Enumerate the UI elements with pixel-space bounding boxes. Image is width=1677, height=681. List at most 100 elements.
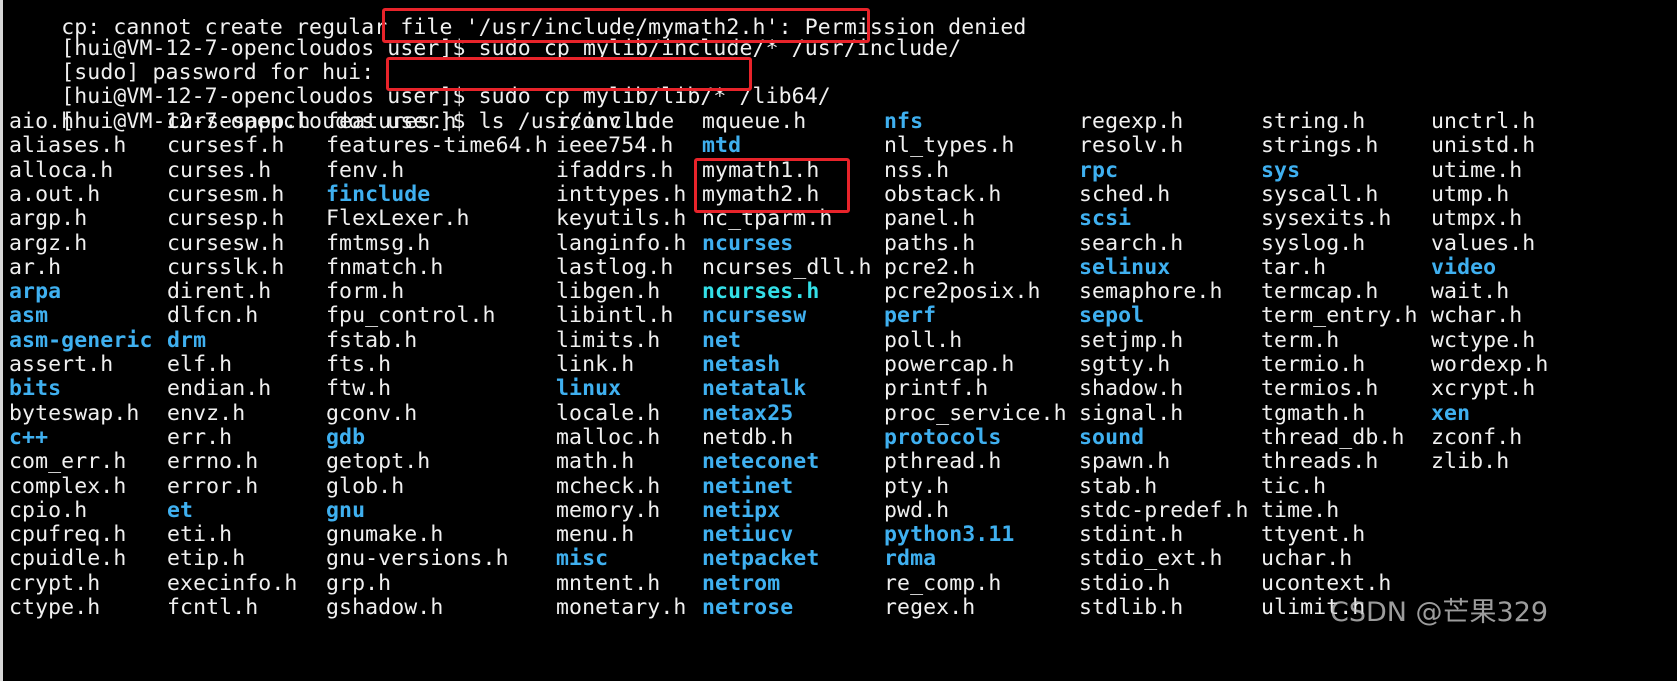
file-entry: fenv.h bbox=[326, 157, 405, 183]
file-entry: curses.h bbox=[167, 157, 272, 183]
file-entry: keyutils.h bbox=[556, 206, 687, 232]
file-entry: cursslk.h bbox=[167, 254, 285, 280]
file-entry: errno.h bbox=[167, 449, 259, 475]
file-entry: cursesapp.h bbox=[167, 109, 311, 134]
file-entry: termcap.h bbox=[1261, 279, 1379, 305]
file-entry: ifaddrs.h bbox=[556, 157, 674, 183]
file-entry: stdio.h bbox=[1079, 570, 1171, 596]
file-entry: gshadow.h bbox=[326, 595, 444, 620]
file-entry: fmtmsg.h bbox=[326, 230, 431, 256]
file-entry: termios.h bbox=[1261, 376, 1379, 402]
file-entry: memory.h bbox=[556, 497, 661, 523]
directory-entry: net bbox=[702, 327, 742, 353]
directory-entry: rpc bbox=[1079, 157, 1119, 183]
file-entry: powercap.h bbox=[884, 352, 1015, 377]
file-entry: nss.h bbox=[884, 157, 950, 183]
file-entry: pcre2.h bbox=[884, 254, 976, 280]
file-entry: a.out.h bbox=[9, 181, 101, 207]
directory-entry: scsi bbox=[1079, 206, 1132, 232]
directory-entry: neteconet bbox=[702, 449, 820, 475]
directory-entry: ncurses bbox=[702, 230, 794, 256]
directory-entry: rdma bbox=[884, 546, 937, 572]
file-entry: error.h bbox=[167, 473, 259, 499]
directory-entry: arpa bbox=[9, 279, 62, 305]
file-entry: FlexLexer.h bbox=[326, 206, 470, 232]
file-entry: gnumake.h bbox=[326, 522, 444, 548]
file-entry: pwd.h bbox=[884, 497, 950, 523]
directory-entry: netax25 bbox=[702, 400, 794, 426]
directory-entry: asm-generic bbox=[9, 327, 153, 353]
file-entry: tic.h bbox=[1261, 473, 1327, 499]
file-entry: zlib.h bbox=[1431, 449, 1510, 475]
file-entry: fts.h bbox=[326, 352, 392, 377]
file-entry: pthread.h bbox=[884, 449, 1002, 475]
file-entry: ieee754.h bbox=[556, 133, 674, 159]
file-entry: re_comp.h bbox=[884, 570, 1002, 596]
directory-entry: gdb bbox=[326, 424, 366, 450]
directory-entry: netiucv bbox=[702, 522, 794, 548]
file-entry: thread_db.h bbox=[1261, 424, 1405, 450]
file-entry: mcheck.h bbox=[556, 473, 661, 499]
file-entry: lastlog.h bbox=[556, 254, 674, 280]
directory-entry: xen bbox=[1431, 400, 1471, 426]
file-entry: cpio.h bbox=[9, 497, 88, 523]
file-entry: ctype.h bbox=[9, 595, 101, 620]
file-entry: dlfcn.h bbox=[167, 303, 259, 329]
file-entry: time.h bbox=[1261, 497, 1340, 523]
file-entry: pcre2posix.h bbox=[884, 279, 1041, 305]
file-entry: menu.h bbox=[556, 522, 635, 548]
file-entry: cursesp.h bbox=[167, 206, 285, 232]
highlight-box-lib-command bbox=[386, 57, 752, 91]
file-entry: mqueue.h bbox=[702, 109, 807, 134]
file-entry: fstab.h bbox=[326, 327, 418, 353]
file-entry: resolv.h bbox=[1079, 133, 1184, 159]
file-entry: fnmatch.h bbox=[326, 254, 444, 280]
file-entry: malloc.h bbox=[556, 424, 661, 450]
file-entry: elf.h bbox=[167, 352, 233, 377]
file-entry: values.h bbox=[1431, 230, 1536, 256]
file-entry: getopt.h bbox=[326, 449, 431, 475]
file-entry: sched.h bbox=[1079, 181, 1171, 207]
file-entry: shadow.h bbox=[1079, 376, 1184, 402]
directory-entry: c++ bbox=[9, 424, 49, 450]
file-entry: features.h bbox=[326, 109, 457, 134]
file-entry: utmp.h bbox=[1431, 181, 1510, 207]
file-entry: cursesf.h bbox=[167, 133, 285, 159]
file-entry: search.h bbox=[1079, 230, 1184, 256]
symlink-entry: ncurses.h bbox=[702, 279, 820, 305]
file-entry: assert.h bbox=[9, 352, 114, 377]
highlight-box-include-command bbox=[382, 8, 870, 43]
directory-entry: netrom bbox=[702, 570, 781, 596]
file-entry: etip.h bbox=[167, 546, 246, 572]
file-entry: eti.h bbox=[167, 522, 233, 548]
file-entry: features-time64.h bbox=[326, 133, 548, 159]
file-entry: spawn.h bbox=[1079, 449, 1171, 475]
file-entry: sysexits.h bbox=[1261, 206, 1392, 232]
directory-entry: ncursesw bbox=[702, 303, 807, 329]
file-entry: grp.h bbox=[326, 570, 392, 596]
file-entry: term.h bbox=[1261, 327, 1340, 353]
file-entry: inttypes.h bbox=[556, 181, 687, 207]
file-entry: aio.h bbox=[9, 109, 75, 134]
file-entry: semaphore.h bbox=[1079, 279, 1223, 305]
terminal-window[interactable]: cp: cannot create regular file '/usr/inc… bbox=[0, 0, 1677, 681]
file-entry: langinfo.h bbox=[556, 230, 687, 256]
file-entry: wordexp.h bbox=[1431, 352, 1549, 377]
file-entry: libgen.h bbox=[556, 279, 661, 305]
file-entry: uchar.h bbox=[1261, 546, 1353, 572]
file-entry: xcrypt.h bbox=[1431, 376, 1536, 402]
file-entry: gconv.h bbox=[326, 400, 418, 426]
directory-entry: python3.11 bbox=[884, 522, 1015, 548]
file-entry: sgtty.h bbox=[1079, 352, 1171, 377]
file-entry: link.h bbox=[556, 352, 635, 377]
file-entry: tgmath.h bbox=[1261, 400, 1366, 426]
file-entry: aliases.h bbox=[9, 133, 127, 159]
directory-entry: sepol bbox=[1079, 303, 1145, 329]
directory-entry: finclude bbox=[326, 181, 431, 207]
highlight-box-mymath-headers bbox=[694, 158, 850, 213]
directory-entry: nfs bbox=[884, 109, 924, 134]
file-entry: byteswap.h bbox=[9, 400, 140, 426]
file-entry: ftw.h bbox=[326, 376, 392, 402]
directory-entry: et bbox=[167, 497, 194, 523]
file-entry: iconv.h bbox=[556, 109, 648, 134]
